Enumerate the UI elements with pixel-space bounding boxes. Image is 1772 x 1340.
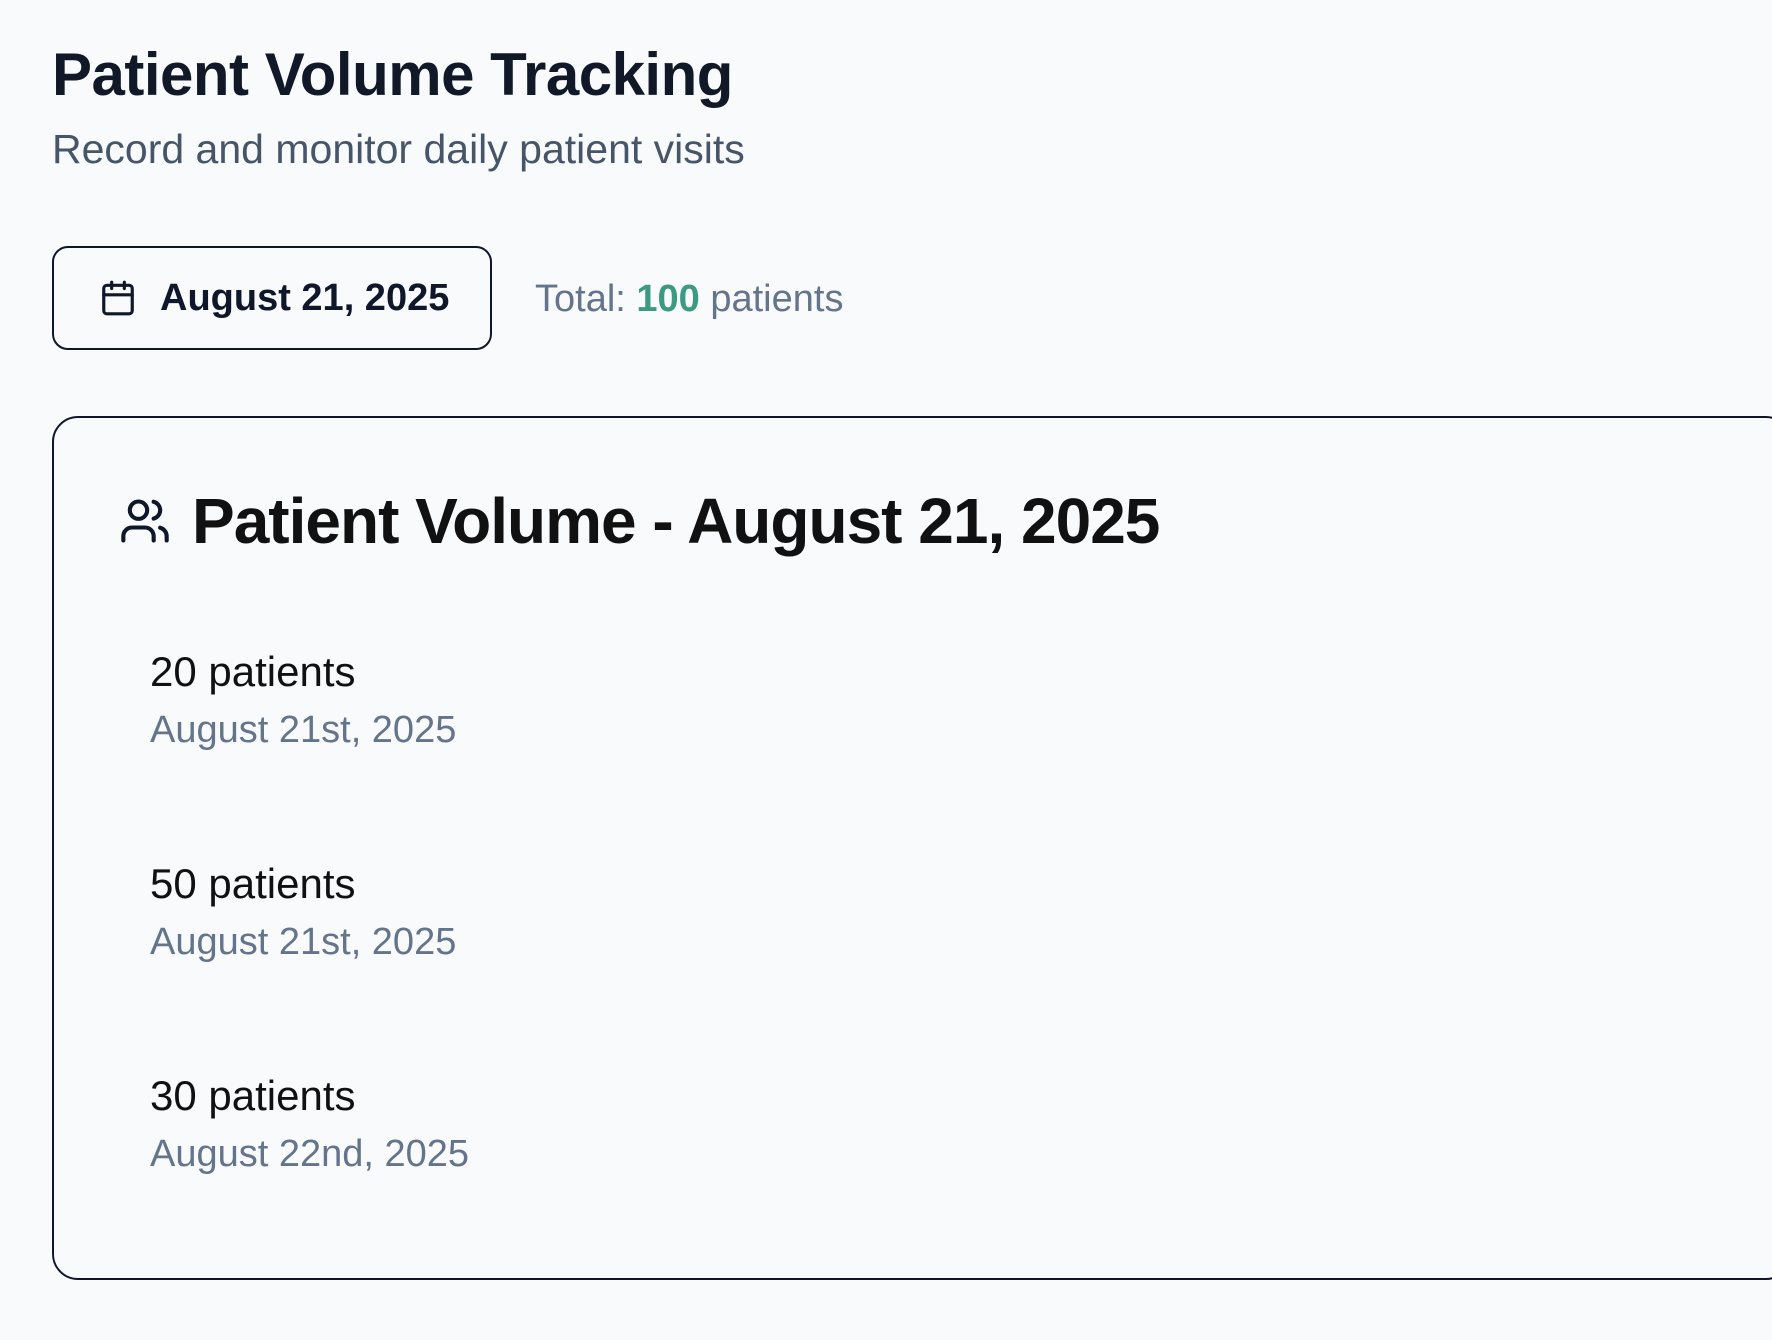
calendar-icon (98, 278, 138, 318)
date-picker-button[interactable]: August 21, 2025 (52, 246, 492, 350)
entry-count: 20 patients (150, 648, 356, 695)
patient-volume-card: Patient Volume - August 21, 2025 20 pati… (52, 416, 1772, 1280)
card-title: Patient Volume - August 21, 2025 (192, 485, 1160, 557)
total-summary: Total: 100 patients (535, 278, 843, 321)
page: Patient Volume Tracking Record and monit… (52, 0, 1772, 1340)
entry-date: August 21st, 2025 (150, 709, 457, 751)
total-prefix: Total: (535, 278, 626, 320)
total-suffix: patients (710, 278, 844, 320)
entry-count: 50 patients (150, 860, 356, 907)
page-subtitle: Record and monitor daily patient visits (52, 126, 745, 172)
entry-date: August 22nd, 2025 (150, 1133, 470, 1175)
date-picker-label: August 21, 2025 (160, 276, 450, 319)
total-count: 100 (636, 278, 700, 320)
page-title: Patient Volume Tracking (52, 41, 733, 108)
card-header: Patient Volume - August 21, 2025 (118, 484, 1160, 558)
list-item: 20 patients August 21st, 2025 (150, 646, 456, 754)
list-item: 30 patients August 22nd, 2025 (150, 1070, 469, 1178)
list-item: 50 patients August 21st, 2025 (150, 858, 456, 966)
entry-count: 30 patients (150, 1072, 356, 1119)
users-icon (118, 494, 172, 548)
entry-date: August 21st, 2025 (150, 921, 457, 963)
